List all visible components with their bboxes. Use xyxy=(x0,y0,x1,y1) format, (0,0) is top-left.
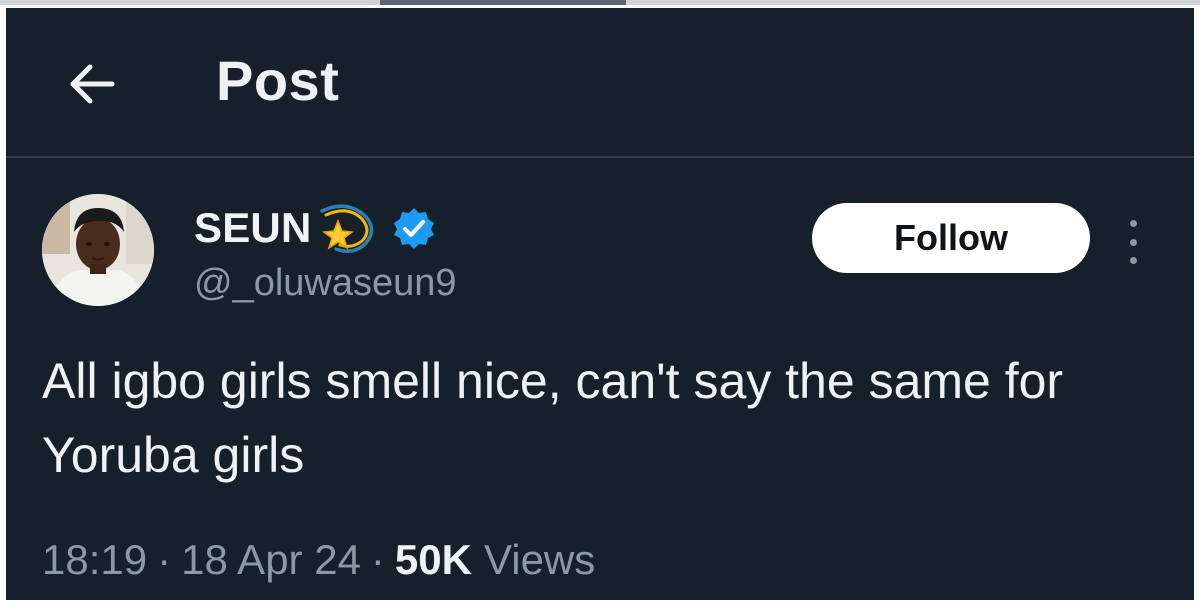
tweet-date[interactable]: 18 Apr 24 xyxy=(181,536,361,584)
author-display-name[interactable]: SEUN xyxy=(194,204,312,252)
post-header: Post xyxy=(6,8,1194,158)
tweet-meta: 18:19 · 18 Apr 24 · 50K Views xyxy=(42,536,595,584)
avatar[interactable] xyxy=(42,194,154,306)
views-count[interactable]: 50K xyxy=(395,536,472,584)
arrow-left-icon xyxy=(70,64,115,104)
top-edge-segment xyxy=(380,0,626,5)
views-label: Views xyxy=(483,536,596,583)
profile-photo xyxy=(42,194,154,306)
meta-separator: · xyxy=(370,536,385,583)
verified-badge-icon[interactable] xyxy=(392,206,436,250)
page-title: Post xyxy=(216,49,340,112)
tweet-text: All igbo girls smell nice, can't say the… xyxy=(42,353,1064,483)
post-screen: Post SEUN @_oluwaseun9 Follow All igbo g… xyxy=(6,8,1194,600)
back-button[interactable] xyxy=(62,54,122,114)
tweet-time[interactable]: 18:19 xyxy=(42,536,147,584)
author-name-row[interactable]: SEUN xyxy=(194,198,436,258)
meta-separator: · xyxy=(157,536,172,583)
top-edge-strip xyxy=(0,0,1200,5)
author-handle[interactable]: @_oluwaseun9 xyxy=(194,262,457,305)
more-vertical-icon xyxy=(1129,220,1137,264)
dizzy-star-icon xyxy=(319,204,373,253)
more-options-button[interactable] xyxy=(1118,214,1148,270)
follow-button[interactable]: Follow xyxy=(812,203,1090,273)
